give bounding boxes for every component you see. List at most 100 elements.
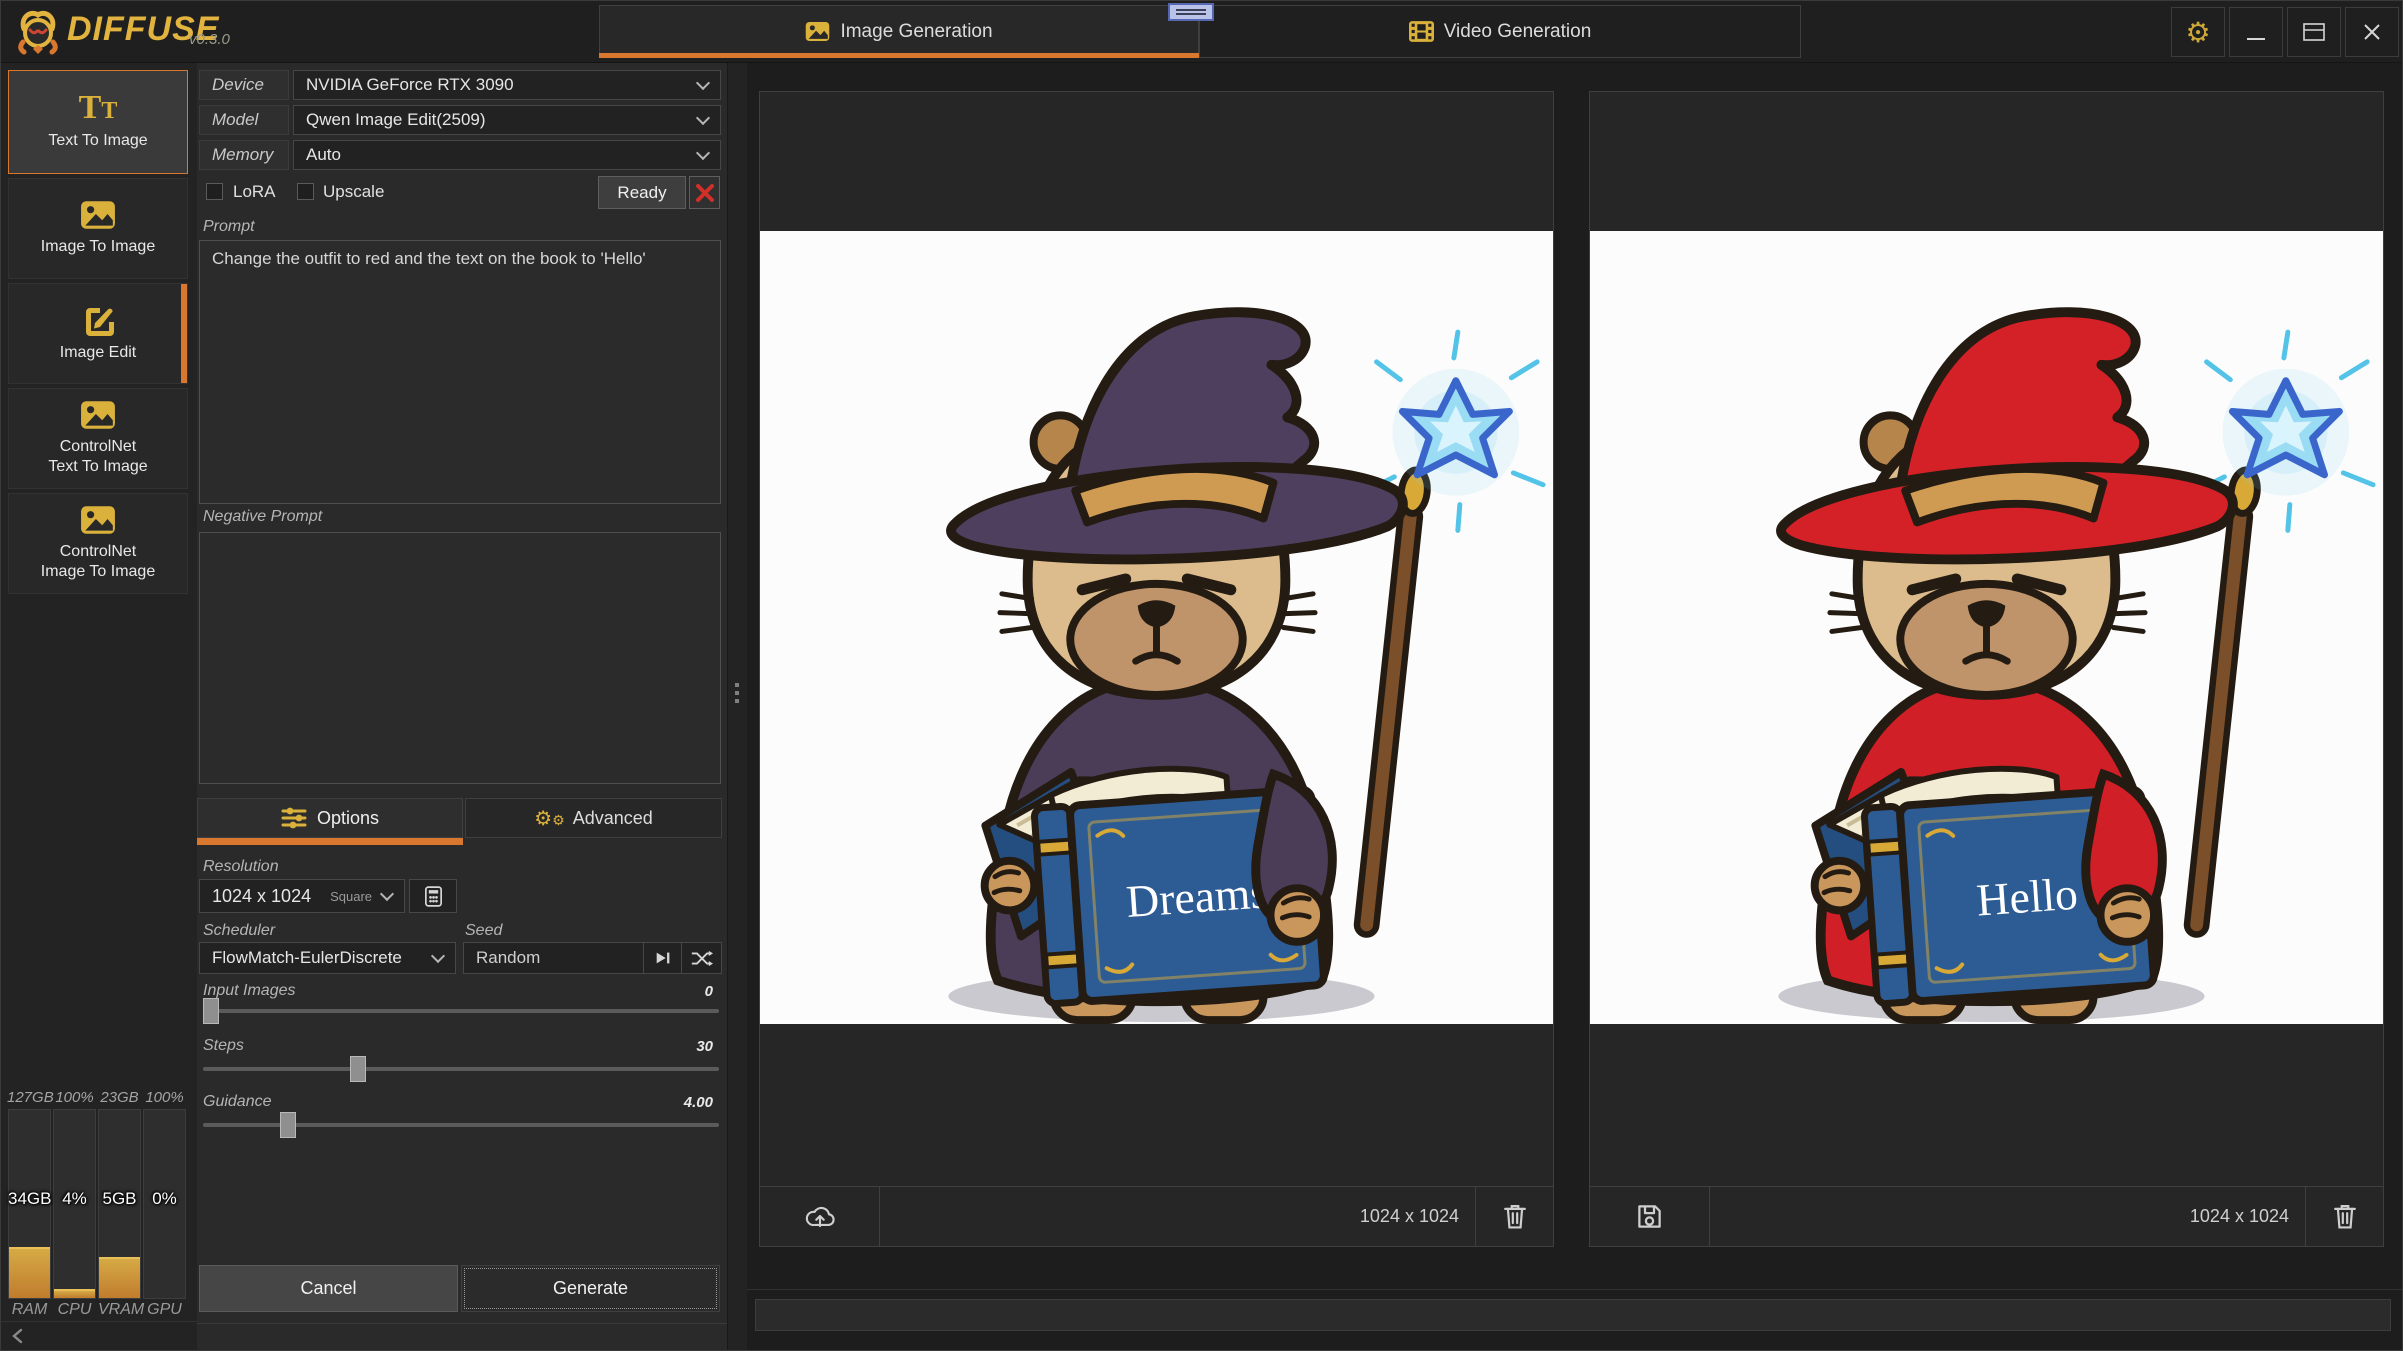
gpu-value: 0%	[143, 1189, 186, 1209]
negative-prompt-input[interactable]	[199, 532, 721, 784]
panel-splitter[interactable]	[727, 63, 747, 1351]
settings-button[interactable]: ⚙	[2171, 7, 2225, 57]
vram-value: 5GB	[98, 1189, 141, 1209]
svg-text:Hello: Hello	[1975, 868, 2080, 926]
guidance-label: Guidance	[203, 1093, 272, 1111]
resolution-label: Resolution	[203, 858, 279, 876]
output-image-panel: Hello 1024 x 1024	[1589, 91, 2384, 1247]
output-image-footer: 1024 x 1024	[1590, 1186, 2383, 1246]
sliders-icon	[281, 807, 307, 829]
guidance-slider[interactable]	[203, 1123, 719, 1127]
sidebar-item-image-edit[interactable]: Image Edit	[8, 283, 188, 384]
titlebar: DIFFUSE v0.3.0 Image Generation Video Ge…	[1, 1, 2403, 63]
tab-video-generation[interactable]: Video Generation	[1199, 5, 1801, 58]
minimize-button[interactable]	[2229, 7, 2283, 57]
maximize-button[interactable]	[2287, 7, 2341, 57]
ram-value: 34GB	[8, 1189, 51, 1209]
collapse-chevron-left-icon[interactable]	[9, 1327, 27, 1345]
image-icon	[805, 21, 830, 42]
progress-bar	[755, 1299, 2391, 1331]
input-images-value: 0	[601, 983, 713, 1000]
divider	[197, 1323, 727, 1324]
delete-input-image-button[interactable]	[1475, 1187, 1553, 1247]
tab-options[interactable]: Options	[197, 798, 463, 838]
generated-image-canvas[interactable]: Hello	[1590, 231, 2383, 1024]
prompt-input[interactable]: Change the outfit to red and the text on…	[199, 240, 721, 504]
calculator-icon	[425, 886, 442, 907]
upscale-label: Upscale	[323, 182, 384, 202]
input-image-size: 1024 x 1024	[1360, 1206, 1475, 1227]
input-images-slider[interactable]	[203, 1009, 719, 1013]
close-button[interactable]	[2345, 7, 2399, 57]
options-tab-underline	[197, 838, 463, 845]
delete-output-image-button[interactable]	[2305, 1187, 2383, 1247]
wizard-hat	[1781, 312, 2233, 559]
sidebar-label: ControlNet	[60, 438, 136, 455]
tab-advanced[interactable]: ⚙⚙ Advanced	[465, 798, 722, 838]
seed-label: Seed	[465, 922, 502, 940]
input-image-canvas[interactable]: Dreams	[760, 231, 1553, 1024]
memory-select[interactable]: Auto	[293, 140, 721, 170]
lora-checkbox[interactable]	[206, 183, 223, 200]
device-label: Device	[199, 70, 289, 100]
sidebar-label: Image Edit	[60, 344, 136, 361]
diffuse-app-window: DIFFUSE v0.3.0 Image Generation Video Ge…	[0, 0, 2403, 1351]
lora-label: LoRA	[233, 182, 276, 202]
generate-button[interactable]: Generate	[461, 1265, 720, 1312]
resolution-mode: Square	[330, 889, 372, 904]
device-select[interactable]: NVIDIA GeForce RTX 3090	[293, 70, 721, 100]
upscale-checkbox[interactable]	[297, 183, 314, 200]
sidebar-item-controlnet-image-to-image[interactable]: ControlNetImage To Image	[8, 493, 188, 594]
slider-handle[interactable]	[350, 1056, 366, 1082]
steps-label: Steps	[203, 1037, 244, 1055]
status-badge-ready: Ready	[598, 176, 686, 209]
tab-image-generation[interactable]: Image Generation	[599, 5, 1199, 58]
sidebar-item-controlnet-text-to-image[interactable]: ControlNetText To Image	[8, 388, 188, 489]
divider	[1, 1321, 197, 1322]
sidebar-item-image-to-image[interactable]: Image To Image	[8, 178, 188, 279]
capybara-wizard-illustration: Hello	[1590, 231, 2383, 1024]
diffuse-logo-icon	[15, 9, 61, 55]
cancel-button[interactable]: Cancel	[199, 1265, 458, 1312]
scheduler-select[interactable]: FlowMatch-EulerDiscrete	[199, 942, 456, 974]
capybara-wizard-illustration: Dreams	[760, 231, 1553, 1024]
prompt-label: Prompt	[203, 218, 255, 236]
window-drag-handle[interactable]	[1168, 3, 1214, 21]
skip-to-last-icon	[654, 949, 672, 967]
image-icon	[80, 400, 116, 430]
app-version: v0.3.0	[189, 31, 230, 48]
model-select[interactable]: Qwen Image Edit(2509)	[293, 105, 721, 135]
red-x-icon	[696, 184, 714, 202]
shuffle-icon	[691, 950, 713, 967]
save-image-button[interactable]	[1590, 1187, 1710, 1247]
sidebar-item-text-to-image[interactable]: TT Text To Image	[8, 70, 188, 174]
seed-field: Random	[463, 942, 722, 974]
svg-text:Dreams: Dreams	[1125, 866, 1270, 927]
steps-slider[interactable]	[203, 1067, 719, 1071]
slider-handle[interactable]	[203, 998, 219, 1024]
unload-model-button[interactable]	[689, 176, 720, 209]
divider	[747, 1289, 2403, 1290]
memory-label: Memory	[199, 140, 289, 170]
sidebar-label: Text To Image	[48, 132, 147, 149]
randomize-seed-button[interactable]	[681, 942, 721, 974]
text-icon: TT	[79, 93, 118, 124]
cpu-name: CPU	[53, 1301, 96, 1319]
chevron-down-icon	[431, 949, 445, 963]
film-icon	[1409, 21, 1434, 42]
resolution-select[interactable]: 1024 x 1024 Square	[199, 879, 405, 913]
chevron-down-icon	[380, 887, 394, 901]
chevron-down-icon	[696, 76, 710, 90]
guidance-value: 4.00	[601, 1094, 713, 1111]
gpu-name: GPU	[143, 1301, 186, 1319]
upload-image-button[interactable]	[760, 1187, 880, 1247]
seed-input[interactable]: Random	[464, 948, 540, 968]
image-icon	[80, 505, 116, 535]
right-arm	[1256, 774, 1333, 942]
resolution-calculator-button[interactable]	[409, 879, 457, 913]
trash-icon	[1503, 1203, 1527, 1230]
save-icon	[1636, 1203, 1663, 1230]
input-image-panel: Dreams 1024 x 1024	[759, 91, 1554, 1247]
reuse-seed-button[interactable]	[643, 942, 681, 974]
slider-handle[interactable]	[280, 1112, 296, 1138]
